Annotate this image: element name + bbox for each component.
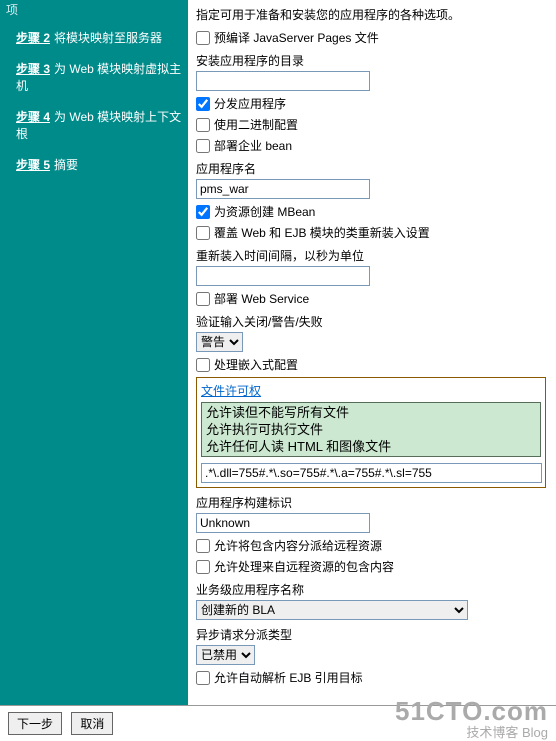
create-mbean-label: 为资源创建 MBean bbox=[214, 203, 315, 220]
build-id-input[interactable] bbox=[196, 513, 370, 533]
distribute-label: 分发应用程序 bbox=[214, 95, 286, 112]
app-name-label: 应用程序名 bbox=[196, 160, 546, 177]
deploy-ejb-label: 部署企业 bean bbox=[214, 137, 292, 154]
step-3-link[interactable]: 步骤 3 bbox=[16, 62, 50, 76]
file-permissions-group: 文件许可权 允许读但不能写所有文件 允许执行可执行文件 允许任何人读 HTML … bbox=[196, 377, 546, 488]
override-checkbox[interactable] bbox=[196, 226, 210, 240]
file-permissions-title[interactable]: 文件许可权 bbox=[201, 382, 541, 399]
reload-label: 重新装入时间间隔，以秒为单位 bbox=[196, 247, 546, 264]
allow-include-label: 允许将包含内容分派给远程资源 bbox=[214, 537, 382, 554]
async-label: 异步请求分派类型 bbox=[196, 626, 546, 643]
allow-process-checkbox[interactable] bbox=[196, 560, 210, 574]
reload-input[interactable] bbox=[196, 266, 370, 286]
bla-label: 业务级应用程序名称 bbox=[196, 581, 546, 598]
step-2-link[interactable]: 步骤 2 bbox=[16, 31, 50, 45]
validate-label: 验证输入关闭/警告/失败 bbox=[196, 313, 546, 330]
step-5-link[interactable]: 步骤 5 bbox=[16, 158, 50, 172]
bla-select[interactable]: 创建新的 BLA bbox=[196, 600, 468, 620]
perm-line-1: 允许读但不能写所有文件 bbox=[206, 404, 536, 421]
permissions-input[interactable] bbox=[201, 463, 542, 483]
wizard-sidebar: 项 步骤 2将模块映射至服务器 步骤 3为 Web 模块映射虚拟主机 步骤 4为… bbox=[0, 0, 188, 705]
distribute-checkbox[interactable] bbox=[196, 97, 210, 111]
next-button[interactable]: 下一步 bbox=[8, 712, 62, 735]
sidebar-header: 项 bbox=[6, 1, 182, 18]
deploy-ws-label: 部署 Web Service bbox=[214, 290, 309, 307]
perm-line-2: 允许执行可执行文件 bbox=[206, 421, 536, 438]
allow-include-checkbox[interactable] bbox=[196, 539, 210, 553]
app-name-input[interactable] bbox=[196, 179, 370, 199]
allow-process-label: 允许处理来自远程资源的包含内容 bbox=[214, 558, 394, 575]
create-mbean-checkbox[interactable] bbox=[196, 205, 210, 219]
deploy-ws-checkbox[interactable] bbox=[196, 292, 210, 306]
embedded-checkbox[interactable] bbox=[196, 358, 210, 372]
permissions-listbox[interactable]: 允许读但不能写所有文件 允许执行可执行文件 允许任何人读 HTML 和图像文件 bbox=[201, 402, 541, 457]
auto-resolve-label: 允许自动解析 EJB 引用目标 bbox=[214, 669, 363, 686]
watermark-big: 51CTO.com bbox=[395, 700, 548, 722]
install-dir-label: 安装应用程序的目录 bbox=[196, 52, 546, 69]
cancel-button[interactable]: 取消 bbox=[71, 712, 113, 735]
step-2-desc: 将模块映射至服务器 bbox=[54, 31, 162, 45]
use-binary-checkbox[interactable] bbox=[196, 118, 210, 132]
embedded-label: 处理嵌入式配置 bbox=[214, 356, 298, 373]
precompile-label: 预编译 JavaServer Pages 文件 bbox=[214, 29, 379, 46]
watermark: 51CTO.com 技术博客 Blog bbox=[395, 700, 548, 741]
step-4-link[interactable]: 步骤 4 bbox=[16, 110, 50, 124]
install-dir-input[interactable] bbox=[196, 71, 370, 91]
footer: 下一步 取消 51CTO.com 技术博客 Blog bbox=[0, 705, 556, 741]
async-select[interactable]: 已禁用 bbox=[196, 645, 255, 665]
precompile-checkbox[interactable] bbox=[196, 31, 210, 45]
main-panel: 指定可用于准备和安装您的应用程序的各种选项。 预编译 JavaServer Pa… bbox=[188, 0, 556, 705]
override-label: 覆盖 Web 和 EJB 模块的类重新装入设置 bbox=[214, 224, 430, 241]
intro-text: 指定可用于准备和安装您的应用程序的各种选项。 bbox=[196, 6, 546, 23]
use-binary-label: 使用二进制配置 bbox=[214, 116, 298, 133]
deploy-ejb-checkbox[interactable] bbox=[196, 139, 210, 153]
step-5-desc: 摘要 bbox=[54, 158, 78, 172]
validate-select[interactable]: 警告 bbox=[196, 332, 243, 352]
build-id-label: 应用程序构建标识 bbox=[196, 494, 546, 511]
perm-line-3: 允许任何人读 HTML 和图像文件 bbox=[206, 438, 536, 455]
auto-resolve-checkbox[interactable] bbox=[196, 671, 210, 685]
